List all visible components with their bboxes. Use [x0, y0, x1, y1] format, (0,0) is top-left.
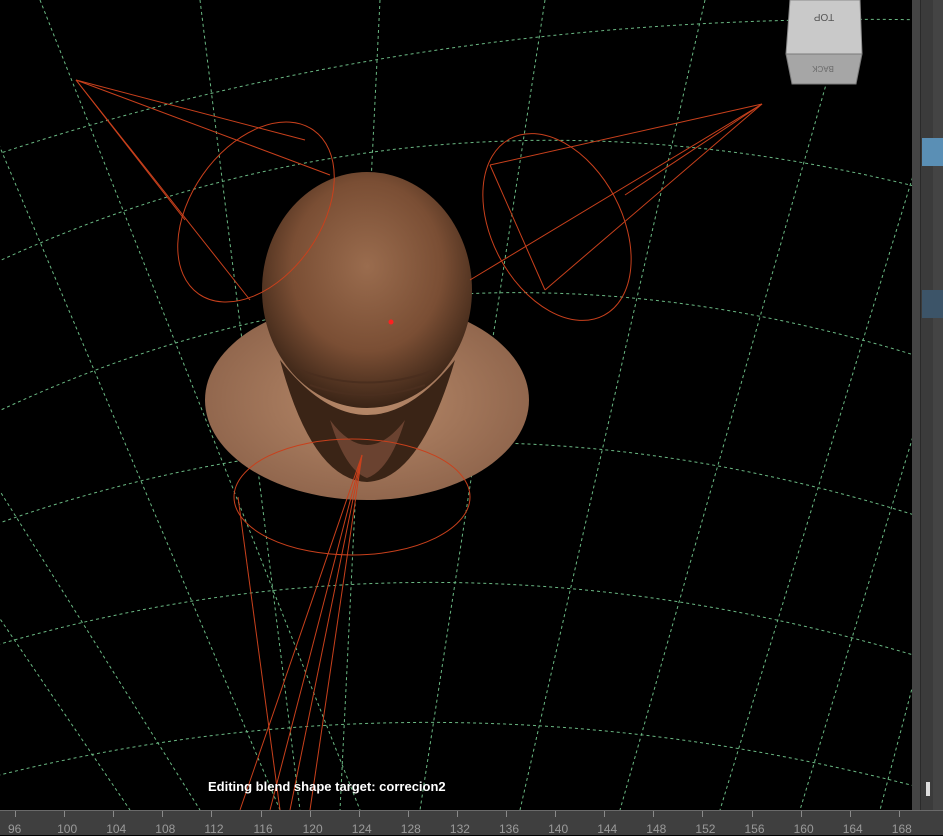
view-cube[interactable]: TOP BACK: [785, 0, 863, 85]
head-model[interactable]: [205, 172, 529, 500]
spot-light-right[interactable]: [453, 103, 763, 346]
timeline-tick-mark: [456, 811, 458, 817]
timeline-tick-mark: [64, 811, 66, 817]
panel-scroll-arrow[interactable]: [926, 782, 930, 796]
panel-accent-tab[interactable]: [922, 138, 943, 166]
viewport-scene: TOP BACK: [0, 0, 912, 810]
panel-accent-tab-2[interactable]: [922, 290, 943, 318]
timeline-tick-mark: [506, 811, 507, 817]
viewcube-back-label: BACK: [811, 64, 833, 73]
time-slider[interactable]: 96 100 104 108 112 116 120 124 128 132 136 140 144 14…: [0, 810, 943, 836]
timeline-tick-mark: [849, 811, 851, 817]
timeline-tick-mark: [358, 811, 360, 817]
status-message: Editing blend shape target: correcion2: [208, 779, 446, 794]
viewcube-top-label: TOP: [813, 11, 834, 22]
timeline-tick-mark: [751, 811, 753, 817]
panel-scroll-track[interactable]: [920, 0, 933, 810]
timeline-tick-mark: [555, 811, 557, 817]
timeline-tick-mark: [309, 811, 311, 817]
timeline-tick-mark: [702, 811, 704, 817]
spot-light-bottom[interactable]: [233, 438, 471, 810]
timeline-tick-mark: [113, 811, 115, 817]
3d-viewport[interactable]: TOP BACK Editing blend shape target: cor…: [0, 0, 912, 810]
timeline-tick-mark: [800, 811, 802, 817]
timeline-tick-mark: [604, 811, 606, 817]
timeline-tick-mark: [211, 811, 213, 817]
timeline-tick-mark: [898, 811, 900, 817]
timeline-tick-mark: [260, 811, 262, 817]
right-side-panel[interactable]: [912, 0, 943, 810]
timeline-tick-mark: [162, 811, 164, 817]
timeline-tick-mark: [407, 811, 409, 817]
timeline-tick-mark: [15, 811, 16, 817]
timeline-tick-mark: [653, 811, 655, 817]
